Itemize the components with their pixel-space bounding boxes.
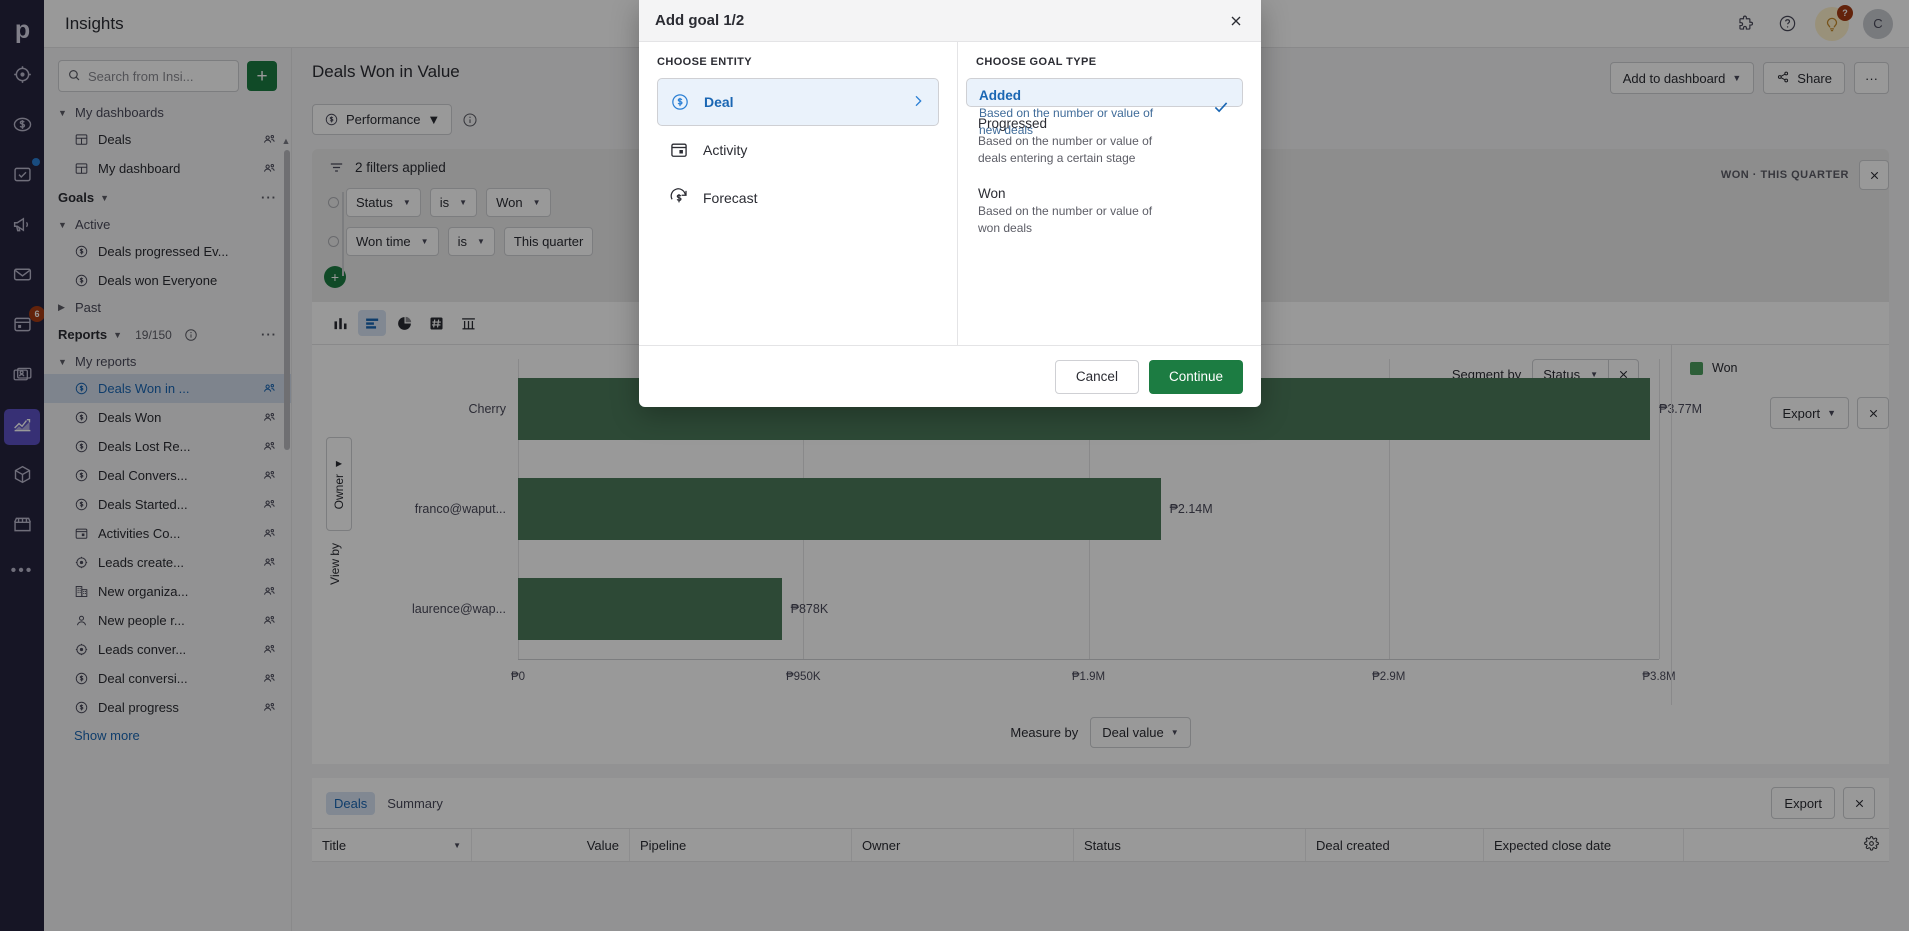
goal-type-option-won[interactable]: Won Based on the number or value of won … xyxy=(966,177,1243,247)
entity-option-forecast[interactable]: Forecast xyxy=(657,174,939,222)
choose-goal-type-column: CHOOSE GOAL TYPE Added Based on the numb… xyxy=(958,42,1261,345)
modal-footer: Cancel Continue xyxy=(639,345,1261,407)
forecast-icon xyxy=(669,188,689,208)
check-icon xyxy=(1212,98,1230,116)
chevron-right-icon xyxy=(910,93,926,112)
continue-button[interactable]: Continue xyxy=(1148,359,1243,394)
goal-type-name: Won xyxy=(978,186,1006,201)
goal-type-name: Progressed xyxy=(978,116,1048,131)
entity-option-activity[interactable]: Activity xyxy=(657,126,939,174)
entity-option-label: Activity xyxy=(703,142,748,158)
modal-header: Add goal 1/2 xyxy=(639,0,1261,42)
choose-goal-type-heading: CHOOSE GOAL TYPE xyxy=(976,56,1097,68)
add-goal-modal: Add goal 1/2 CHOOSE ENTITY Deal Activity xyxy=(639,0,1261,407)
modal-title: Add goal 1/2 xyxy=(655,12,745,29)
goal-type-option-added[interactable]: Added Based on the number or value of ne… xyxy=(966,78,1243,137)
entity-option-label: Forecast xyxy=(703,190,758,206)
entity-option-label: Deal xyxy=(704,94,734,110)
choose-entity-column: CHOOSE ENTITY Deal Activity Forecast xyxy=(639,42,958,345)
goal-type-description: Based on the number or value of deals en… xyxy=(978,134,1153,165)
choose-entity-heading: CHOOSE ENTITY xyxy=(657,56,753,68)
cancel-button[interactable]: Cancel xyxy=(1054,359,1139,394)
modal-body: CHOOSE ENTITY Deal Activity Forecast CHO… xyxy=(639,42,1261,345)
app-root: p 6 ••• Insights ? C Search from Insi...… xyxy=(0,0,1909,931)
close-icon[interactable] xyxy=(1227,12,1245,30)
activity-icon xyxy=(669,140,689,160)
entity-option-deal[interactable]: Deal xyxy=(657,78,939,126)
deal-icon xyxy=(670,92,690,112)
goal-type-name: Added xyxy=(979,88,1021,103)
goal-type-description: Based on the number or value of won deal… xyxy=(978,204,1153,235)
goal-type-option-progressed[interactable]: Progressed Based on the number or value … xyxy=(966,107,1243,177)
